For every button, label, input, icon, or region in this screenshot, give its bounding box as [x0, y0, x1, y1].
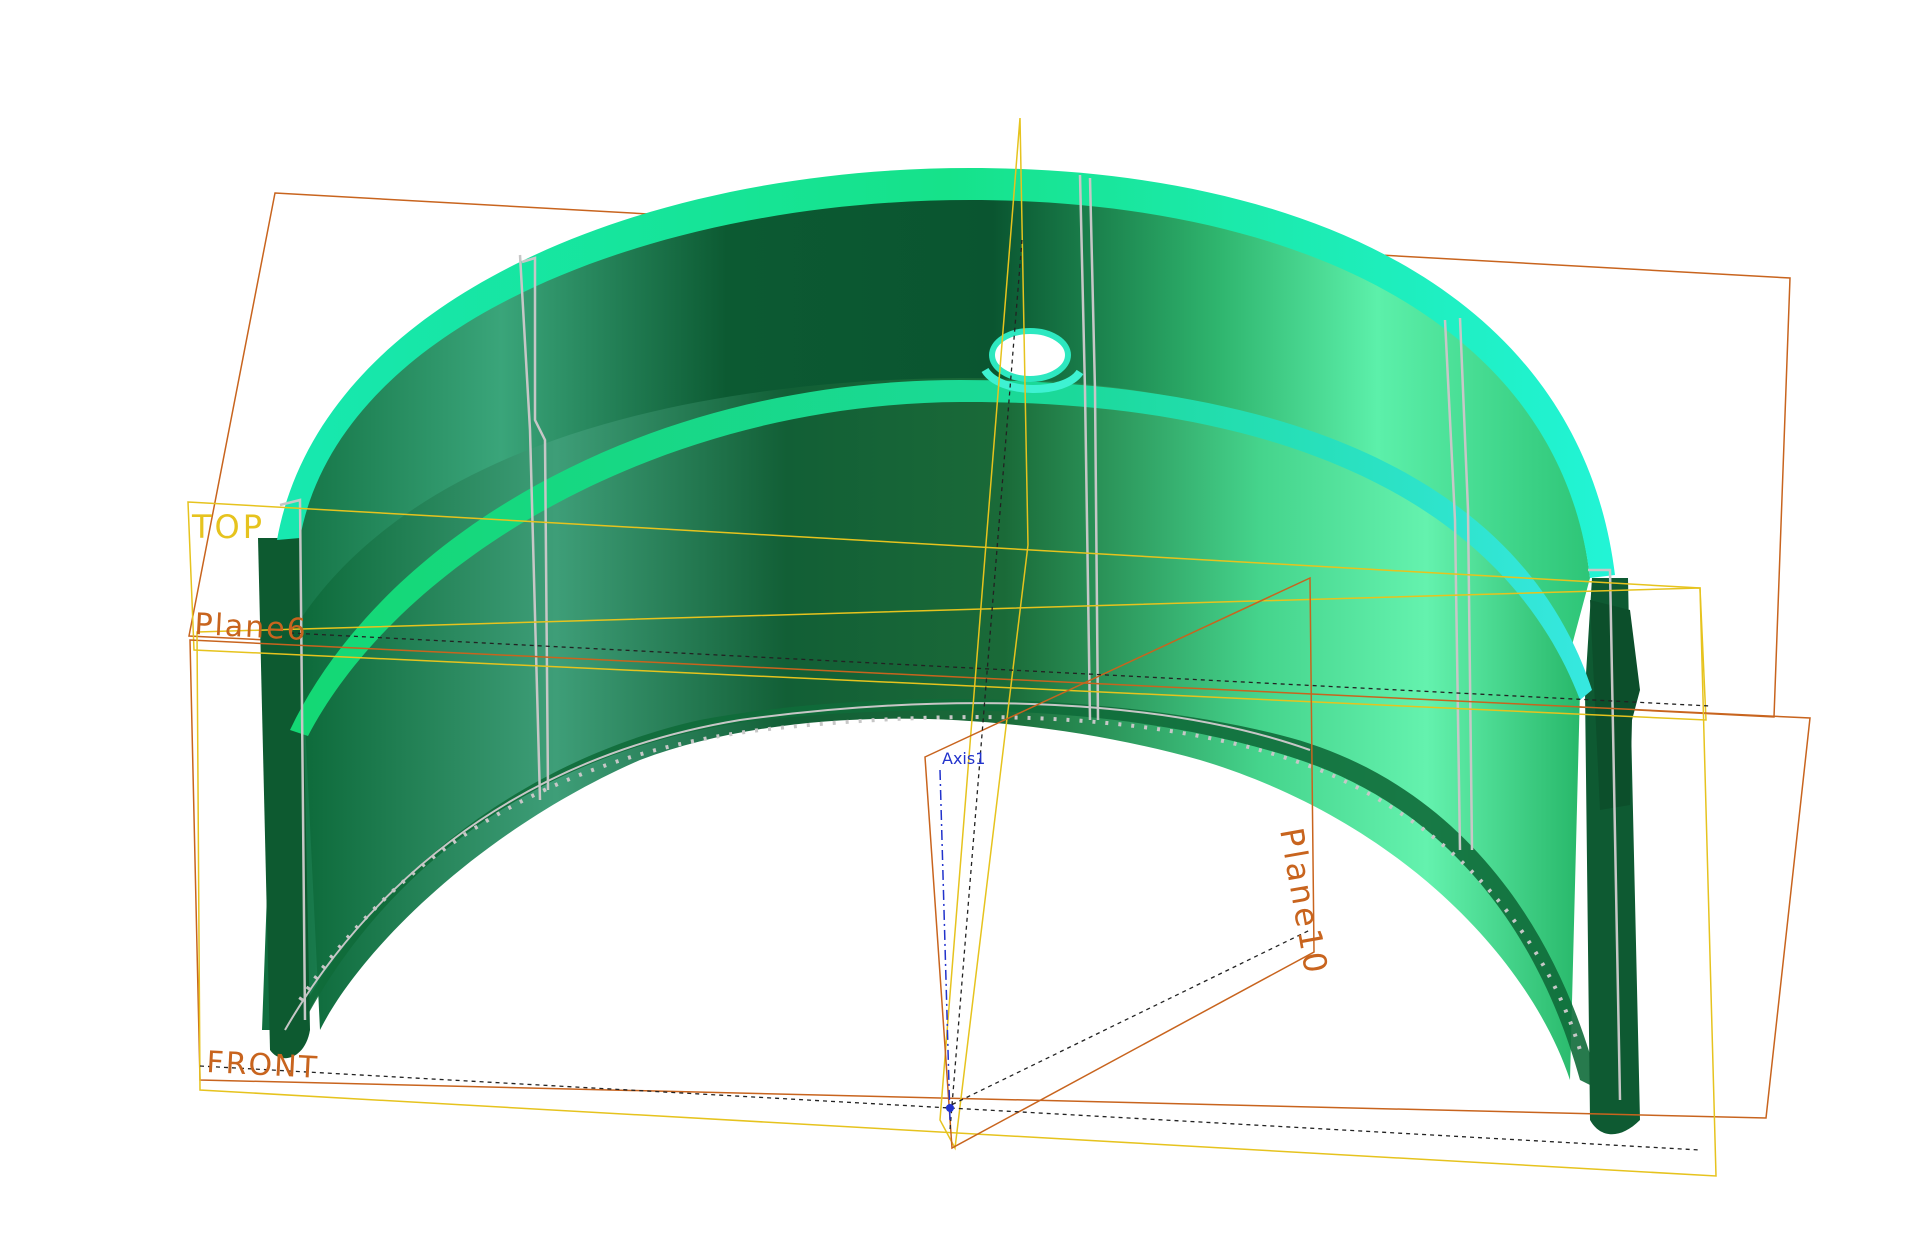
origin-point[interactable]: [946, 1104, 954, 1112]
model-view[interactable]: TOP Plane6 FRONT Plane10 Axis1: [0, 0, 1920, 1239]
oil-hole[interactable]: [989, 328, 1071, 382]
axis1-label[interactable]: Axis1: [942, 749, 985, 768]
plane10-label[interactable]: Plane10: [1272, 825, 1335, 979]
hidden-line-4: [944, 929, 1311, 1109]
graphics-viewport[interactable]: TOP Plane6 FRONT Plane10 Axis1: [0, 0, 1920, 1239]
plane6-label[interactable]: Plane6: [194, 607, 309, 648]
top-plane-label[interactable]: TOP: [191, 508, 265, 546]
front-plane-label[interactable]: FRONT: [206, 1045, 320, 1086]
bearing-shell-part[interactable]: [258, 168, 1640, 1135]
axis1-line[interactable]: [939, 769, 951, 1121]
